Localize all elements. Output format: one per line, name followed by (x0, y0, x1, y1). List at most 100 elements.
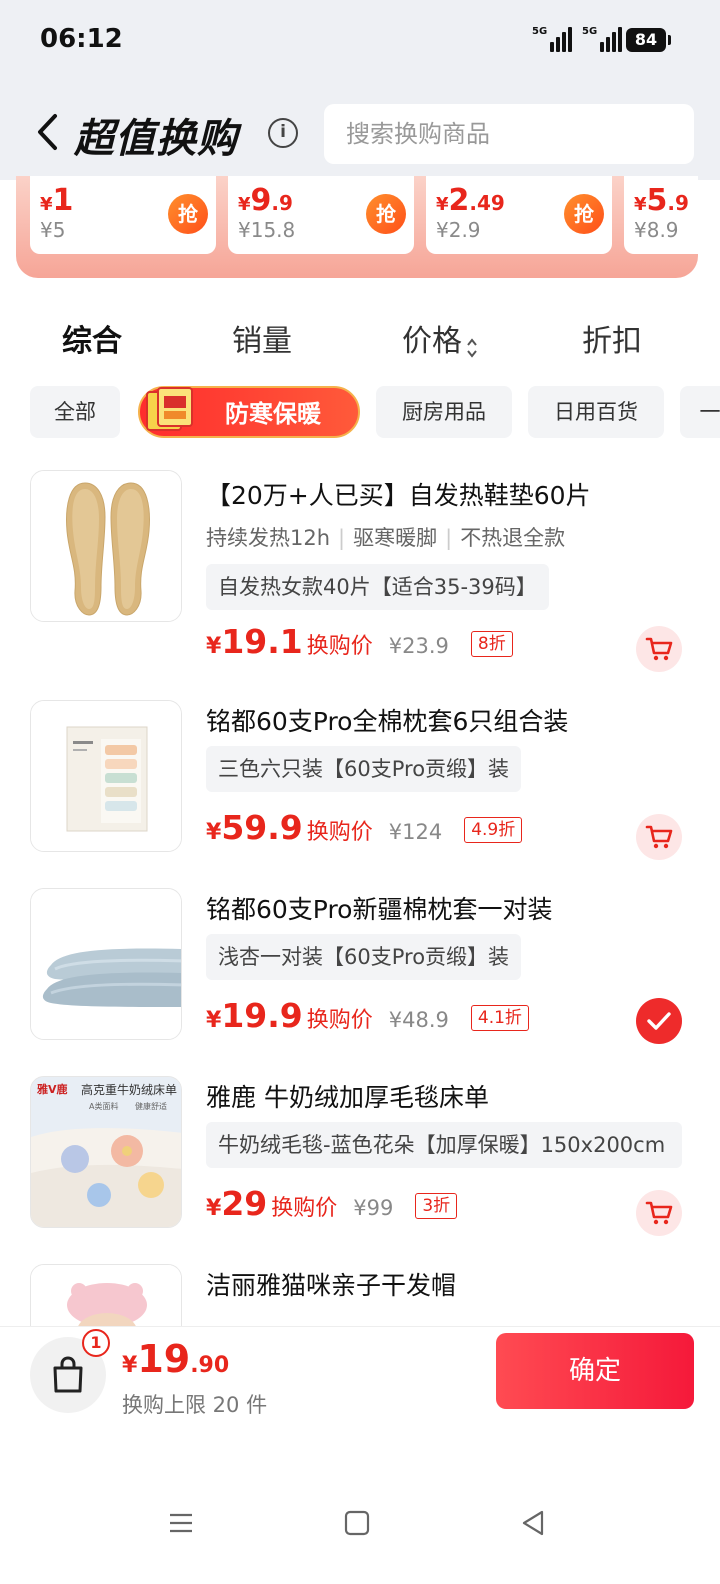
network-label: 5G (532, 26, 548, 37)
chevron-left-icon[interactable] (32, 110, 62, 154)
add-to-cart-button[interactable] (636, 626, 682, 672)
grab-button[interactable]: 抢 (564, 194, 604, 234)
exchange-limit: 换购上限 20 件 (122, 1393, 268, 1417)
tab-sales[interactable]: 销量 (232, 316, 292, 360)
exchange-price: ¥19.1 (206, 622, 303, 661)
thumb-brand: 雅V鹿 (37, 1083, 68, 1096)
tab-price[interactable]: 价格 (402, 316, 478, 360)
network-label: 5G (582, 26, 598, 37)
price-row: ¥19.1 换购价 ¥23.9 8折 (206, 622, 513, 661)
product-item[interactable]: 【20万+人已买】自发热鞋垫60片 持续发热12h | 驱寒暖脚 | 不热退全款 自发热… (0, 470, 720, 680)
original-price: ¥99 (353, 1196, 394, 1220)
discount-badge: 8折 (470, 631, 513, 657)
promo-price: ¥1 (40, 183, 74, 218)
product-item[interactable]: 铭都60支Pro新疆棉枕套一对装 浅杏一对装【60支Pro贡缎】装 ¥19.9 … (0, 888, 720, 1058)
price-label: 换购价 (271, 1196, 338, 1221)
thumb-sub-1: A类面料 (89, 1102, 119, 1111)
original-price: ¥124 (388, 820, 443, 844)
promo-card[interactable]: ¥2.49 ¥2.9 抢 (426, 176, 612, 254)
cart-icon (645, 637, 673, 661)
promo-price: ¥5.9 (634, 183, 689, 218)
info-icon[interactable]: i (268, 118, 298, 148)
promo-card[interactable]: ¥5.9 ¥8.9 (624, 176, 698, 254)
grab-button[interactable]: 抢 (168, 194, 208, 234)
total-price: ¥19.90 (122, 1337, 230, 1381)
home-square-icon[interactable] (342, 1508, 372, 1538)
price-row: ¥29 换购价 ¥99 3折 (206, 1184, 458, 1223)
category-warm-label: 防寒保暖 (225, 400, 321, 428)
tab-discount[interactable]: 折扣 (582, 316, 642, 360)
promo-original-price: ¥15.8 (238, 218, 296, 242)
battery-icon: 84 (626, 28, 671, 52)
product-item[interactable]: 洁丽雅猫咪亲子干发帽 (0, 1264, 720, 1326)
product-image (30, 700, 182, 852)
promo-strip: ¥1 ¥5 抢 ¥9.9 ¥15.8 抢 ¥2.49 ¥2.9 抢 ¥5.9 ¥… (16, 176, 698, 278)
category-daily[interactable]: 日用百货 (528, 386, 664, 438)
cart-icon (645, 1201, 673, 1225)
product-spec[interactable]: 浅杏一对装【60支Pro贡缎】装 (206, 934, 522, 980)
promo-card[interactable]: ¥9.9 ¥15.8 抢 (228, 176, 414, 254)
product-item[interactable]: 铭都60支Pro全棉枕套6只组合装 三色六只装【60支Pro贡缎】装 ¥59.9… (0, 700, 720, 870)
product-panel: 综合 销量 价格 折扣 全部 防寒保暖 厨房用品 日用百货 一 【20万+人已买… (0, 292, 720, 1326)
product-image (30, 470, 182, 622)
category-kitchen[interactable]: 厨房用品 (376, 386, 512, 438)
promo-card[interactable]: ¥1 ¥5 抢 (30, 176, 216, 254)
original-price: ¥23.9 (388, 634, 449, 658)
thumb-sub-2: 健康舒适 (135, 1102, 167, 1111)
category-chips: 全部 防寒保暖 厨房用品 日用百货 一 (0, 386, 720, 440)
add-to-cart-button[interactable] (636, 814, 682, 860)
product-title: 【20万+人已买】自发热鞋垫60片 (206, 481, 591, 510)
shopping-bag-icon (53, 1356, 83, 1393)
product-title: 洁丽雅猫咪亲子干发帽 (206, 1271, 457, 1300)
checkout-bar: 1 ¥19.90 换购上限 20 件 确定 (0, 1326, 720, 1446)
sort-tabs: 综合 销量 价格 折扣 (0, 316, 720, 362)
product-tag: 驱寒暖脚 (353, 526, 438, 550)
discount-badge: 4.1折 (470, 1005, 529, 1031)
product-tags: 持续发热12h | 驱寒暖脚 | 不热退全款 (206, 526, 566, 550)
product-title: 铭都60支Pro全棉枕套6只组合装 (206, 707, 569, 736)
product-image: 雅V鹿 高克重牛奶绒床单 A类面料 健康舒适 (30, 1076, 182, 1228)
product-image (30, 1264, 182, 1326)
hand-warmer-icon (146, 387, 193, 431)
signal-icon: 5G (582, 26, 623, 52)
product-spec[interactable]: 三色六只装【60支Pro贡缎】装 (206, 746, 522, 792)
discount-badge: 4.9折 (464, 817, 523, 843)
price-label: 换购价 (306, 1008, 373, 1033)
page-title: 超值换购 (74, 116, 238, 162)
signal-icon: 5G (532, 26, 573, 52)
product-spec[interactable]: 牛奶绒毛毯-蓝色花朵【加厚保暖】150x200cm (206, 1122, 682, 1168)
product-item[interactable]: 雅V鹿 高克重牛奶绒床单 A类面料 健康舒适 雅鹿 牛奶绒加厚毛毯床单 牛奶绒毛… (0, 1076, 720, 1246)
thumb-caption: 高克重牛奶绒床单 (81, 1083, 178, 1097)
product-title: 铭都60支Pro新疆棉枕套一对装 (206, 895, 553, 924)
check-icon (647, 1012, 671, 1030)
cart-icon (645, 825, 673, 849)
price-row: ¥59.9 换购价 ¥124 4.9折 (206, 808, 523, 847)
exchange-price: ¥59.9 (206, 808, 303, 847)
grab-button[interactable]: 抢 (366, 194, 406, 234)
search-input[interactable]: 搜索换购商品 (324, 104, 694, 164)
confirm-button[interactable]: 确定 (496, 1333, 694, 1409)
promo-original-price: ¥8.9 (634, 218, 679, 242)
price-label: 换购价 (306, 820, 373, 845)
tab-comprehensive[interactable]: 综合 (62, 316, 122, 360)
category-more[interactable]: 一 (680, 386, 720, 438)
discount-badge: 3折 (415, 1193, 458, 1219)
product-title: 雅鹿 牛奶绒加厚毛毯床单 (206, 1083, 489, 1112)
add-to-cart-button[interactable] (636, 1190, 682, 1236)
price-label: 换购价 (306, 634, 373, 659)
exchange-price: ¥29 (206, 1184, 268, 1223)
status-bar: 06:12 5G 5G 84 (0, 0, 720, 80)
promo-original-price: ¥5 (40, 218, 66, 242)
sort-arrows-icon (466, 332, 478, 358)
promo-price: ¥9.9 (238, 183, 293, 218)
product-image (30, 888, 182, 1040)
original-price: ¥48.9 (388, 1008, 449, 1032)
product-spec[interactable]: 自发热女款40片【适合35-39码】 (206, 564, 549, 610)
category-all[interactable]: 全部 (30, 386, 120, 438)
back-triangle-icon[interactable] (518, 1508, 548, 1538)
selected-check-button[interactable] (636, 998, 682, 1044)
menu-icon[interactable] (166, 1508, 196, 1538)
category-warm[interactable]: 防寒保暖 (138, 386, 360, 438)
status-time: 06:12 (40, 24, 123, 54)
product-tag: 不热退全款 (460, 526, 566, 550)
